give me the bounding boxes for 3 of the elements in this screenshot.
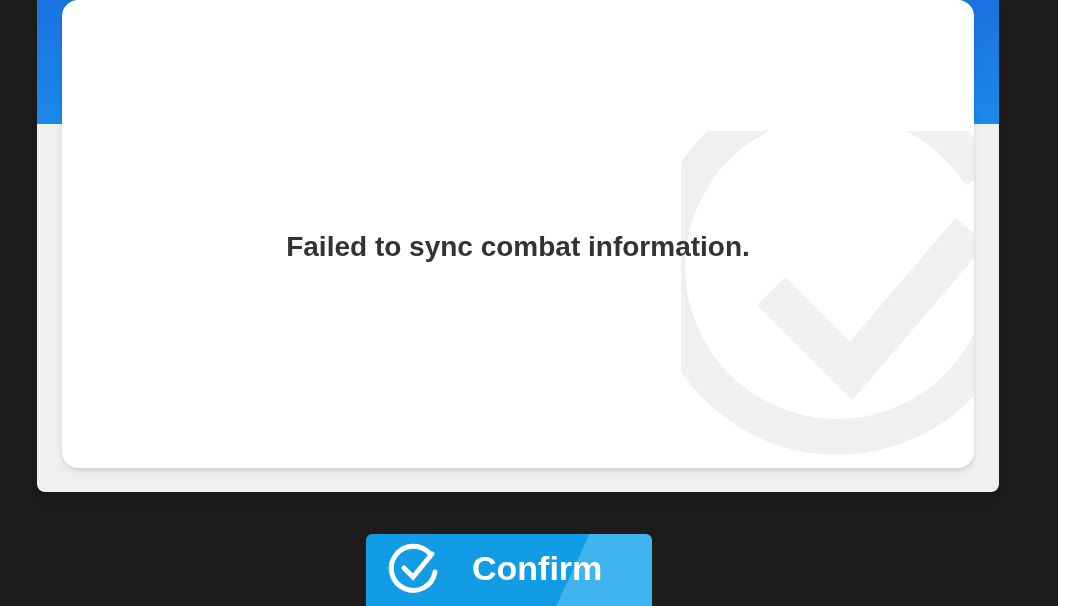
error-message: Failed to sync combat information. bbox=[286, 230, 750, 264]
confirm-button[interactable]: Confirm bbox=[366, 534, 652, 606]
check-circle-icon bbox=[388, 542, 440, 594]
